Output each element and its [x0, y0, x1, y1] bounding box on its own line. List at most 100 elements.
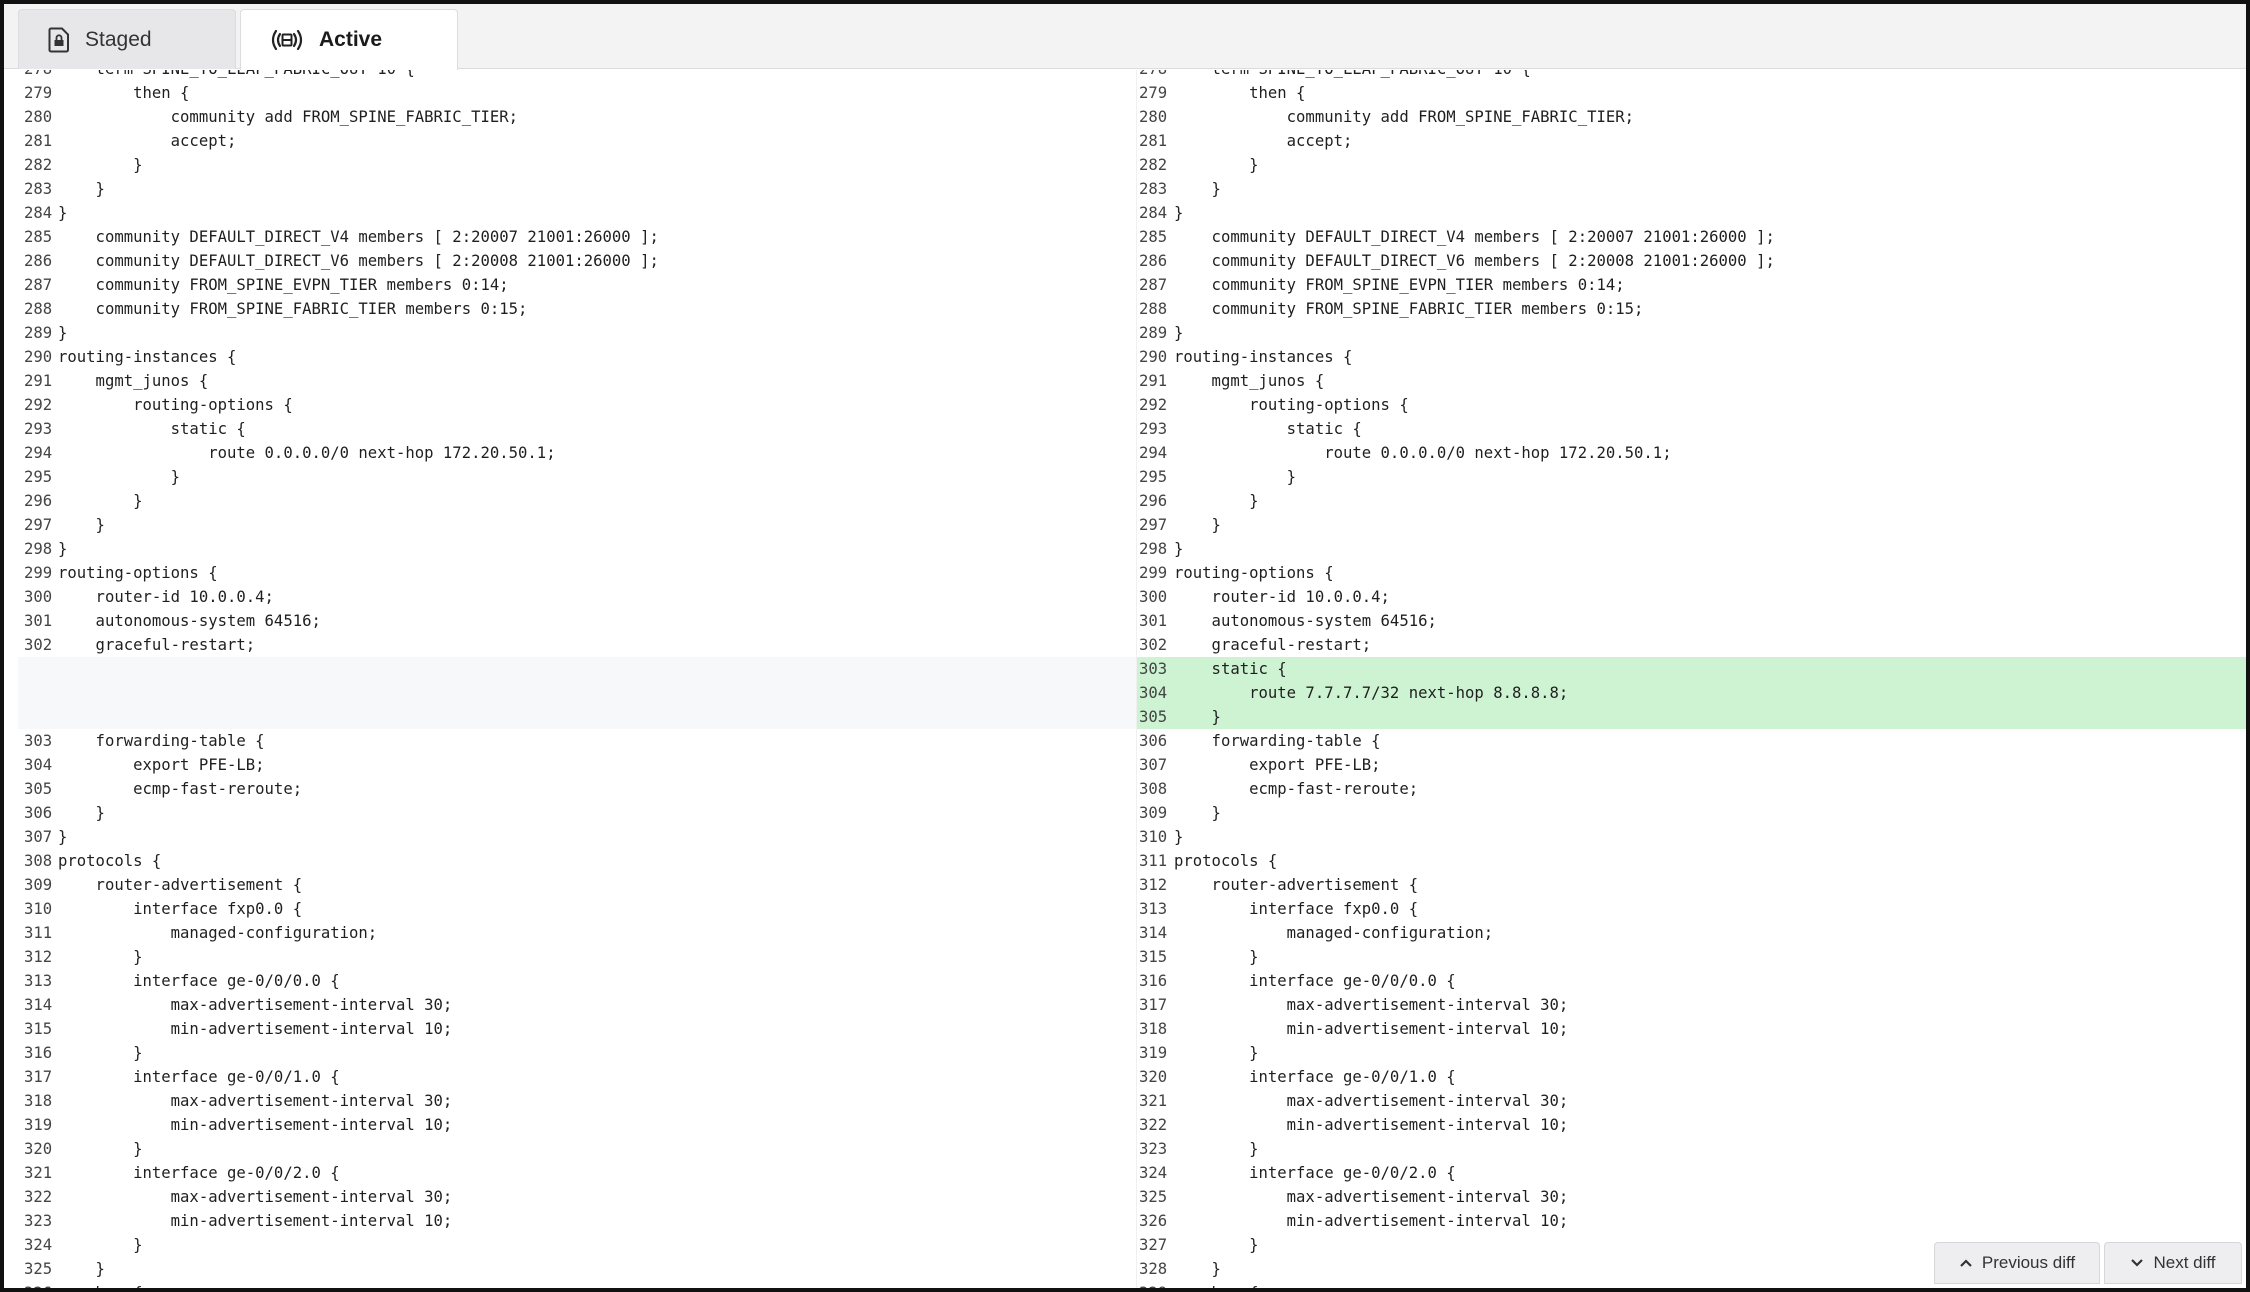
code-line: 311 protocols { — [1137, 849, 2246, 873]
line-number: 288 — [1139, 300, 1168, 318]
code-line: 305 ecmp-fast-reroute; — [18, 777, 1136, 801]
code-line: 311 managed-configuration; — [18, 921, 1136, 945]
line-number: 313 — [1139, 900, 1168, 918]
code-line: 310} — [1137, 825, 2246, 849]
line-code: } — [58, 948, 143, 966]
line-number: 298 — [24, 540, 53, 558]
line-number: 280 — [24, 108, 53, 126]
code-line: 281 accept; — [18, 129, 1136, 153]
line-number: 308 — [1139, 780, 1168, 798]
line-number: 289 — [24, 324, 53, 342]
code-line: 314 managed-configuration; — [1137, 921, 2246, 945]
line-code: interface fxp0.0 { — [1174, 900, 1419, 918]
staged-diff-pane[interactable]: 278 term SPINE_TO_LEAF_FABRIC_OUT 10 {27… — [18, 70, 1136, 1288]
line-number: 310 — [1139, 828, 1168, 846]
line-number: 289 — [1139, 324, 1168, 342]
code-line: 286 community DEFAULT_DIRECT_V6 members … — [1137, 249, 2246, 273]
tab-active[interactable]: Active — [240, 9, 458, 70]
line-code: community add FROM_SPINE_FABRIC_TIER; — [58, 108, 519, 126]
line-code: min-advertisement-interval 10; — [1174, 1116, 1569, 1134]
code-line: 278 term SPINE_TO_LEAF_FABRIC_OUT 10 { — [1137, 70, 2246, 81]
code-line: 312 router-advertisement { — [1137, 873, 2246, 897]
added-code-line: 304 route 7.7.7.7/32 next-hop 8.8.8.8; — [1137, 681, 2246, 705]
line-number: 301 — [1139, 612, 1168, 630]
line-code: community FROM_SPINE_FABRIC_TIER members… — [1174, 300, 1644, 318]
line-code: bgp { — [58, 1281, 143, 1288]
next-diff-label: Next diff — [2153, 1253, 2216, 1272]
line-number: 283 — [1139, 180, 1168, 198]
line-code: } — [1174, 468, 1297, 486]
line-number: 281 — [24, 132, 53, 150]
line-code: } — [58, 180, 105, 198]
line-code: } — [1174, 1044, 1259, 1062]
active-diff-pane[interactable]: 278 term SPINE_TO_LEAF_FABRIC_OUT 10 {27… — [1136, 70, 2246, 1288]
line-code: interface ge-0/0/0.0 { — [58, 972, 340, 990]
line-code: } — [1174, 492, 1259, 510]
tab-bar: Staged Active — [4, 4, 2246, 70]
line-code: } — [1174, 948, 1259, 966]
line-number: 326 — [18, 1281, 58, 1288]
line-code: routing-options { — [58, 396, 293, 414]
code-line: 317 max-advertisement-interval 30; — [1137, 993, 2246, 1017]
line-code: bgp { — [1174, 1281, 1259, 1288]
line-code: autonomous-system 64516; — [58, 612, 321, 630]
line-number: 324 — [24, 1236, 53, 1254]
line-number: 296 — [1139, 492, 1168, 510]
line-number: 318 — [1139, 1020, 1168, 1038]
code-line: 288 community FROM_SPINE_FABRIC_TIER mem… — [1137, 297, 2246, 321]
chevron-down-icon — [2130, 1258, 2144, 1268]
line-code: } — [1174, 156, 1259, 174]
line-number: 307 — [1139, 756, 1168, 774]
line-number: 322 — [1139, 1116, 1168, 1134]
code-line: 298} — [1137, 537, 2246, 561]
line-code: router-id 10.0.0.4; — [1174, 588, 1390, 606]
line-code: community DEFAULT_DIRECT_V6 members [ 2:… — [1174, 252, 1775, 270]
line-code: then { — [1174, 84, 1306, 102]
code-line: 319 min-advertisement-interval 10; — [18, 1113, 1136, 1137]
code-line: 309 } — [1137, 801, 2246, 825]
line-number: 294 — [24, 444, 53, 462]
line-code: } — [1174, 1260, 1221, 1278]
code-line: 302 graceful-restart; — [1137, 633, 2246, 657]
line-number: 293 — [24, 420, 53, 438]
line-code: } — [1174, 540, 1184, 558]
line-number: 300 — [1139, 588, 1168, 606]
line-code: max-advertisement-interval 30; — [58, 1188, 453, 1206]
tab-staged[interactable]: Staged — [18, 9, 236, 69]
line-code: } — [1174, 828, 1184, 846]
code-line: 325 } — [18, 1257, 1136, 1281]
code-line: 283 } — [18, 177, 1136, 201]
code-line: 325 max-advertisement-interval 30; — [1137, 1185, 2246, 1209]
line-code: static { — [1174, 660, 1287, 678]
line-code: min-advertisement-interval 10; — [1174, 1020, 1569, 1038]
diff-panes: 278 term SPINE_TO_LEAF_FABRIC_OUT 10 {27… — [18, 70, 2246, 1288]
code-line: 289} — [18, 321, 1136, 345]
line-code: interface ge-0/0/2.0 { — [1174, 1164, 1456, 1182]
line-number: 306 — [1139, 732, 1168, 750]
line-code: community add FROM_SPINE_FABRIC_TIER; — [1174, 108, 1635, 126]
code-line: 282 } — [1137, 153, 2246, 177]
line-code: managed-configuration; — [58, 924, 378, 942]
code-line: 319 } — [1137, 1041, 2246, 1065]
line-number: 279 — [1139, 84, 1168, 102]
code-line: 310 interface fxp0.0 { — [18, 897, 1136, 921]
code-line: 280 community add FROM_SPINE_FABRIC_TIER… — [18, 105, 1136, 129]
line-number: 315 — [24, 1020, 53, 1038]
code-line: 279 then { — [1137, 81, 2246, 105]
line-number: 302 — [24, 636, 53, 654]
code-line: 291 mgmt_junos { — [1137, 369, 2246, 393]
next-diff-button[interactable]: Next diff — [2104, 1242, 2242, 1284]
code-line: 284} — [1137, 201, 2246, 225]
line-number: 299 — [1139, 564, 1168, 582]
line-code: graceful-restart; — [1174, 636, 1372, 654]
code-line: 313 interface ge-0/0/0.0 { — [18, 969, 1136, 993]
line-code: mgmt_junos { — [1174, 372, 1325, 390]
line-number: 284 — [1139, 204, 1168, 222]
line-number: 305 — [24, 780, 53, 798]
code-line: 280 community add FROM_SPINE_FABRIC_TIER… — [1137, 105, 2246, 129]
code-line: 287 community FROM_SPINE_EVPN_TIER membe… — [18, 273, 1136, 297]
code-line: 315 min-advertisement-interval 10; — [18, 1017, 1136, 1041]
previous-diff-button[interactable]: Previous diff — [1934, 1242, 2100, 1284]
line-number: 297 — [24, 516, 53, 534]
code-line: 322 min-advertisement-interval 10; — [1137, 1113, 2246, 1137]
